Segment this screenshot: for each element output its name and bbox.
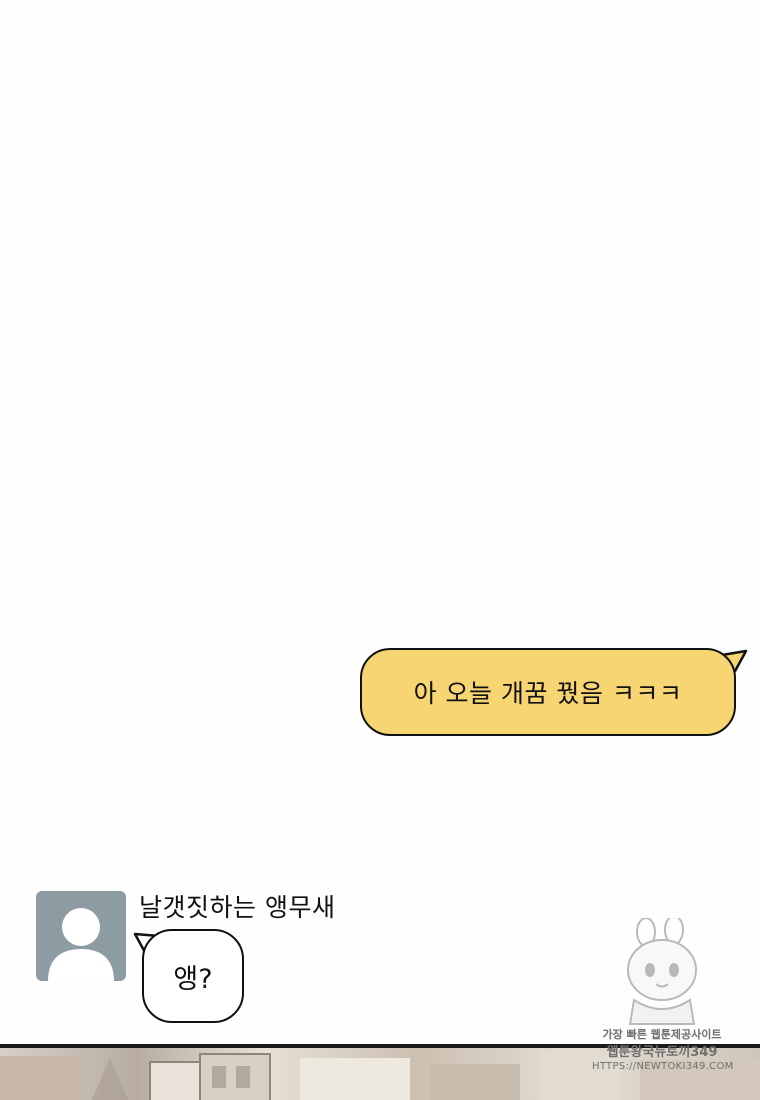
default-user-icon — [48, 908, 114, 981]
outgoing-message-text: 아 오늘 개꿈 꿨음 ㅋㅋㅋ — [413, 679, 683, 708]
chat-area — [0, 0, 760, 1045]
incoming-bubble: 앵? — [142, 929, 244, 1023]
rabbit-mascot-icon — [627, 918, 697, 1025]
watermark-tagline: 가장 빠른 웹툰제공사이트 — [602, 1028, 722, 1041]
avatar[interactable] — [36, 891, 126, 981]
outgoing-message: 아 오늘 개꿈 꿨음 ㅋㅋㅋ — [356, 645, 748, 743]
outgoing-bubble: 아 오늘 개꿈 꿨음 ㅋㅋㅋ — [360, 648, 736, 736]
incoming-message-text: 앵? — [173, 963, 213, 995]
watermark-url: HTTPS://NEWTOKI349.COM — [592, 1061, 734, 1072]
incoming-message: 앵? — [133, 926, 247, 1026]
sender-name: 날갯짓하는 앵무새 — [139, 893, 336, 922]
watermark-brand: 웹툰왕국뉴토끼349 — [606, 1045, 718, 1060]
watermark: 가장 빠른 웹툰제공사이트 웹툰왕국뉴토끼349 HTTPS://NEWTOKI… — [592, 918, 734, 1088]
